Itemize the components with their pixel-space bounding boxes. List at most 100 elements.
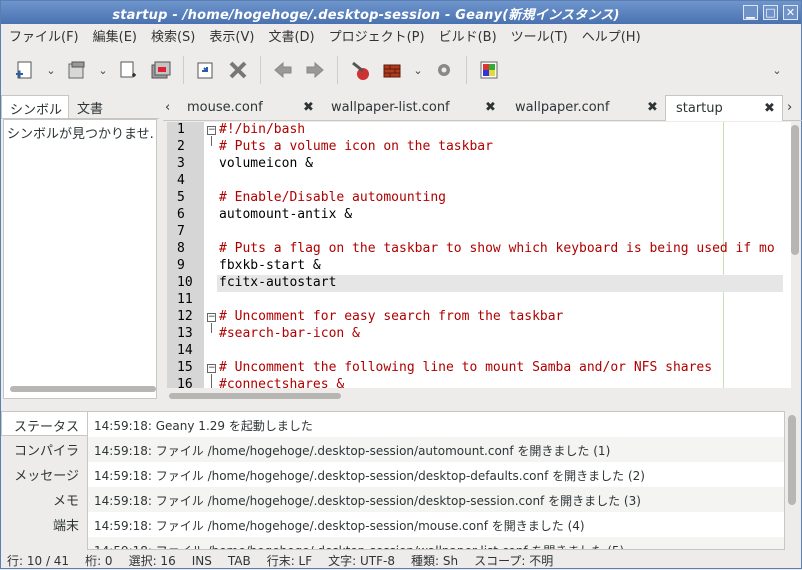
open-file-dropdown-icon[interactable]: ⌄ (93, 54, 113, 86)
line-number: 3 (177, 156, 185, 171)
menu-tools[interactable]: ツール(T) (503, 26, 574, 45)
tabs-scroll-left-icon[interactable]: ‹ (165, 95, 185, 121)
file-tab-label: mouse.conf (187, 100, 263, 115)
navigate-back-icon[interactable] (267, 54, 299, 86)
navigate-forward-icon[interactable] (299, 54, 331, 86)
file-tab-wallpaper-conf[interactable]: wallpaper.conf ✖ (515, 95, 665, 121)
menu-bar: ファイル(F) 編集(E) 検索(S) 表示(V) 文書(D) プロジェクト(P… (1, 24, 801, 46)
line-number: 6 (177, 207, 185, 222)
file-tab-label: startup (676, 101, 723, 116)
sidebar: シンボル 文書 シンボルが見つかりませ. (1, 95, 159, 406)
file-tab-startup[interactable]: startup ✖ (665, 95, 783, 121)
code-line[interactable]: 8 # Puts a flag on the taskbar to show wh… (167, 241, 791, 258)
message-tabs: ステータス コンパイラ メッセージ メモ 端末 (1, 411, 87, 550)
code-text: # Uncomment for easy search from the tas… (219, 309, 564, 324)
geany-window: startup - /home/hogehoge/.desktop-sessio… (0, 0, 802, 569)
close-tab-icon[interactable]: ✖ (303, 100, 314, 115)
sidebar-tabs: シンボル 文書 (1, 95, 159, 119)
tab-status[interactable]: ステータス (1, 411, 87, 436)
code-line[interactable]: 3 volumeicon & (167, 156, 791, 173)
new-file-dropdown-icon[interactable]: ⌄ (41, 54, 61, 86)
window-title: startup - /home/hogehoge/.desktop-sessio… (112, 8, 620, 23)
file-tabs: ‹ mouse.conf ✖ wallpaper-list.conf ✖ wal… (163, 95, 802, 121)
menu-build[interactable]: ビルド(B) (431, 26, 503, 45)
code-line[interactable]: 4 (167, 173, 791, 190)
revert-icon[interactable] (190, 54, 222, 86)
list-item: 14:59:18: ファイル /home/hogehoge/.desktop-s… (88, 437, 784, 462)
tab-terminal[interactable]: 端末 (1, 511, 87, 536)
code-line[interactable]: 12 # Uncomment for easy search from the t… (167, 309, 791, 326)
close-icon[interactable]: ✕ (783, 5, 798, 20)
file-tab-wallpaper-list-conf[interactable]: wallpaper-list.conf ✖ (331, 95, 501, 121)
toolbar-overflow-icon[interactable]: ⌄ (767, 54, 787, 86)
menu-document[interactable]: 文書(D) (260, 26, 320, 45)
status-encoding: 文字: UTF-8 (328, 554, 395, 568)
code-line[interactable]: 5 # Enable/Disable automounting (167, 190, 791, 207)
code-editor[interactable]: − − − 1 #!/bin/bash 2 # Puts a volume icon … (167, 122, 791, 388)
code-line[interactable]: 15 # Uncomment the following line to moun… (167, 360, 791, 377)
close-tab-icon[interactable]: ✖ (485, 100, 496, 115)
tab-compiler[interactable]: コンパイラ (1, 436, 87, 461)
new-file-icon[interactable] (9, 54, 41, 86)
close-tab-icon[interactable]: ✖ (647, 100, 658, 115)
code-line[interactable]: 11 (167, 292, 791, 309)
menu-help[interactable]: ヘルプ(H) (574, 26, 647, 45)
title-bar[interactable]: startup - /home/hogehoge/.desktop-sessio… (1, 1, 801, 24)
file-tab-mouse-conf[interactable]: mouse.conf ✖ (187, 95, 337, 121)
save-all-icon[interactable] (145, 54, 177, 86)
code-line[interactable]: 6 automount-antix & (167, 207, 791, 224)
code-line[interactable]: 10 fcitx-autostart (167, 275, 791, 292)
line-number: 13 (177, 326, 193, 341)
message-vertical-scrollbar[interactable] (788, 415, 796, 505)
tab-messages[interactable]: メッセージ (1, 461, 87, 486)
code-line[interactable]: 13 #search-bar-icon & (167, 326, 791, 343)
list-item: 14:59:18: ファイル /home/hogehoge/.desktop-s… (94, 519, 585, 533)
code-text: fcitx-autostart (219, 275, 337, 290)
open-file-icon[interactable] (61, 54, 93, 86)
file-tab-label: wallpaper-list.conf (331, 100, 450, 115)
code-line[interactable]: 7 (167, 224, 791, 241)
menu-search[interactable]: 検索(S) (143, 26, 201, 45)
close-tab-icon[interactable]: ✖ (764, 101, 775, 116)
tab-symbols[interactable]: シンボル (1, 95, 70, 118)
close-file-icon[interactable] (222, 54, 254, 86)
file-tab-label: wallpaper.conf (515, 100, 610, 115)
menu-edit[interactable]: 編集(E) (85, 26, 143, 45)
code-line[interactable]: 14 (167, 343, 791, 360)
code-line[interactable]: 2 # Puts a volume icon on the taskbar (167, 139, 791, 156)
run-icon[interactable] (428, 54, 460, 86)
list-item: 14:59:18: ファイル /home/hogehoge/.desktop-s… (88, 487, 784, 512)
menu-view[interactable]: 表示(V) (201, 26, 260, 45)
symbol-list: シンボルが見つかりませ. (3, 119, 157, 399)
menu-project[interactable]: プロジェクト(P) (321, 26, 431, 45)
menu-file[interactable]: ファイル(F) (1, 26, 85, 45)
line-number: 9 (177, 258, 185, 273)
code-text: automount-antix & (219, 207, 353, 222)
color-chooser-icon[interactable] (473, 54, 505, 86)
compile-icon[interactable] (344, 54, 376, 86)
code-line[interactable]: 16 #connectshares & (167, 377, 791, 388)
editor-vertical-scrollbar[interactable] (791, 125, 799, 255)
line-number: 10 (177, 275, 193, 290)
save-icon[interactable] (113, 54, 145, 86)
line-number: 15 (177, 360, 193, 375)
line-number: 12 (177, 309, 193, 324)
tab-documents[interactable]: 文書 (69, 95, 109, 118)
minimize-icon[interactable]: ▁ (743, 5, 758, 20)
status-line: 行: 10 / 41 (7, 554, 70, 568)
line-number: 16 (177, 377, 193, 388)
code-line[interactable]: 1 #!/bin/bash (167, 122, 791, 139)
tab-scribble[interactable]: メモ (1, 486, 87, 511)
toolbar-separator (466, 56, 467, 84)
tabs-scroll-right-icon[interactable]: › (787, 95, 801, 121)
status-indent-mode: TAB (227, 553, 251, 568)
build-dropdown-icon[interactable]: ⌄ (408, 54, 428, 86)
toolbar-separator (260, 56, 261, 84)
editor-horizontal-scrollbar[interactable] (169, 393, 341, 399)
sidebar-horizontal-scrollbar[interactable] (10, 386, 156, 392)
code-text: # Puts a volume icon on the taskbar (219, 139, 493, 154)
build-icon[interactable] (376, 54, 408, 86)
code-text: # Enable/Disable automounting (219, 190, 446, 205)
code-line[interactable]: 9 fbxkb-start & (167, 258, 791, 275)
maximize-icon[interactable]: □ (763, 5, 778, 20)
